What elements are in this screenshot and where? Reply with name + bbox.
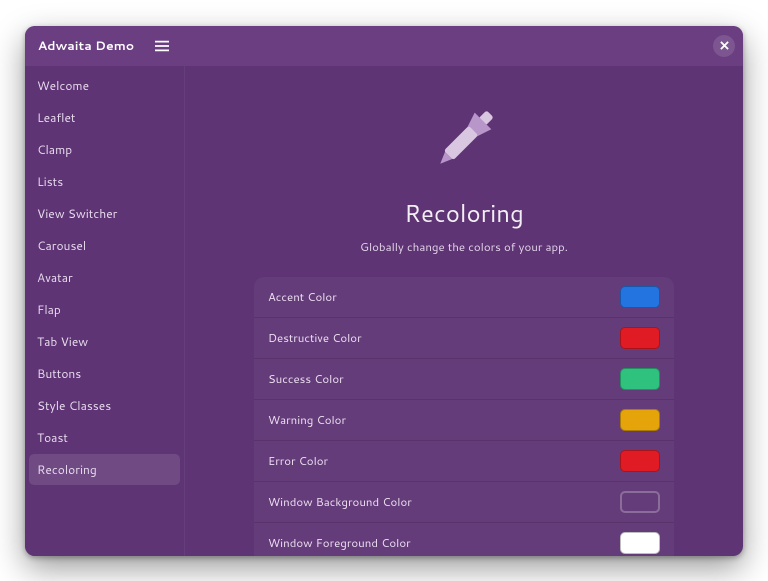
sidebar-item-label: Carousel xyxy=(37,237,86,254)
menu-button[interactable] xyxy=(147,31,177,61)
color-swatch[interactable] xyxy=(620,327,660,349)
settings-row-label: Warning Color xyxy=(268,411,346,428)
sidebar-item-leaflet[interactable]: Leaflet xyxy=(29,102,180,133)
settings-row[interactable]: Window Background Color xyxy=(254,482,674,523)
settings-row[interactable]: Success Color xyxy=(254,359,674,400)
sidebar-item-tab-view[interactable]: Tab View xyxy=(29,326,180,357)
sidebar-item-welcome[interactable]: Welcome xyxy=(29,70,180,101)
settings-row-label: Window Background Color xyxy=(268,493,412,510)
settings-row-label: Window Foreground Color xyxy=(268,534,411,551)
sidebar-item-label: Toast xyxy=(37,429,68,446)
settings-row[interactable]: Error Color xyxy=(254,441,674,482)
sidebar-item-avatar[interactable]: Avatar xyxy=(29,262,180,293)
sidebar-item-label: Buttons xyxy=(37,365,81,382)
color-swatch[interactable] xyxy=(620,286,660,308)
color-swatch[interactable] xyxy=(620,491,660,513)
sidebar-item-view-switcher[interactable]: View Switcher xyxy=(29,198,180,229)
settings-list: Accent Color Destructive Color Success Col… xyxy=(254,277,674,556)
content-area[interactable]: Recoloring Globally change the colors of… xyxy=(185,66,743,556)
window-body: Welcome Leaflet Clamp Lists View Switcher Car… xyxy=(25,66,743,556)
sidebar-item-label: Tab View xyxy=(37,333,88,350)
settings-row[interactable]: Window Foreground Color xyxy=(254,523,674,556)
app-window: Adwaita Demo Welcome Leaflet Clamp Lists Vie… xyxy=(25,26,743,556)
color-swatch[interactable] xyxy=(620,450,660,472)
titlebar: Adwaita Demo xyxy=(25,26,743,66)
settings-row[interactable]: Warning Color xyxy=(254,400,674,441)
sidebar-item-buttons[interactable]: Buttons xyxy=(29,358,180,389)
titlebar-left: Adwaita Demo xyxy=(25,31,185,61)
settings-row[interactable]: Accent Color xyxy=(254,277,674,318)
sidebar-item-label: Flap xyxy=(37,301,61,318)
settings-row-label: Accent Color xyxy=(268,288,337,305)
page-title: Recoloring xyxy=(215,196,713,230)
settings-row-label: Success Color xyxy=(268,370,344,387)
sidebar-item-label: Lists xyxy=(37,173,63,190)
color-swatch[interactable] xyxy=(620,409,660,431)
sidebar-item-style-classes[interactable]: Style Classes xyxy=(29,390,180,421)
app-title: Adwaita Demo xyxy=(25,37,147,55)
sidebar-item-label: Clamp xyxy=(37,141,72,158)
settings-row[interactable]: Destructive Color xyxy=(254,318,674,359)
close-button[interactable] xyxy=(713,35,735,57)
sidebar-item-label: View Switcher xyxy=(37,205,117,222)
sidebar-item-label: Recoloring xyxy=(37,461,97,478)
sidebar-item-lists[interactable]: Lists xyxy=(29,166,180,197)
sidebar-item-label: Avatar xyxy=(37,269,73,286)
sidebar-item-carousel[interactable]: Carousel xyxy=(29,230,180,261)
sidebar-item-label: Welcome xyxy=(37,77,89,94)
sidebar-item-recoloring[interactable]: Recoloring xyxy=(29,454,180,485)
sidebar-item-label: Leaflet xyxy=(37,109,75,126)
hamburger-icon xyxy=(155,39,169,53)
page-subtitle: Globally change the colors of your app. xyxy=(215,238,713,255)
hero-icon-container xyxy=(215,98,713,182)
sidebar-item-toast[interactable]: Toast xyxy=(29,422,180,453)
color-swatch[interactable] xyxy=(620,368,660,390)
close-icon xyxy=(720,41,729,50)
sidebar-item-clamp[interactable]: Clamp xyxy=(29,134,180,165)
sidebar-item-label: Style Classes xyxy=(37,397,111,414)
color-picker-icon xyxy=(422,98,506,182)
settings-row-label: Error Color xyxy=(268,452,328,469)
color-swatch[interactable] xyxy=(620,532,660,554)
sidebar: Welcome Leaflet Clamp Lists View Switcher Car… xyxy=(25,66,185,556)
sidebar-item-flap[interactable]: Flap xyxy=(29,294,180,325)
settings-row-label: Destructive Color xyxy=(268,329,362,346)
